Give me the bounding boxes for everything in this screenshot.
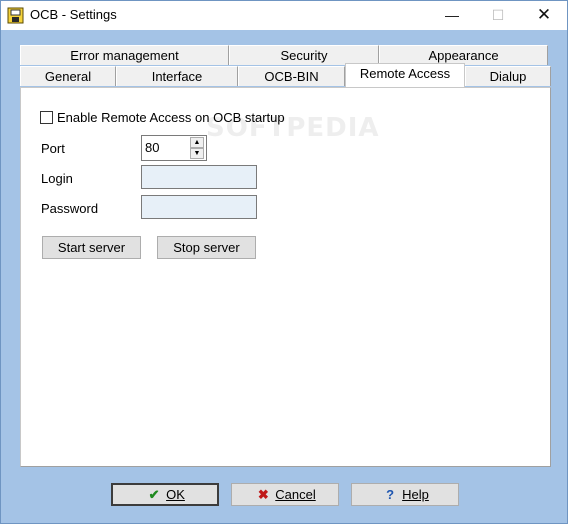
enable-remote-access-label[interactable]: Enable Remote Access on OCB startup <box>57 110 285 125</box>
enable-remote-access-checkbox[interactable] <box>40 111 53 124</box>
app-icon <box>7 7 24 24</box>
remote-access-panel <box>20 87 551 467</box>
tab-general[interactable]: General <box>20 66 116 86</box>
port-stepper[interactable]: 80 ▲ ▼ <box>141 135 207 161</box>
spin-up-icon[interactable]: ▲ <box>190 137 204 148</box>
tab-ocb-bin[interactable]: OCB-BIN <box>238 66 345 86</box>
login-label: Login <box>41 171 73 186</box>
minimize-button[interactable]: — <box>429 1 475 30</box>
port-value[interactable]: 80 <box>145 140 159 155</box>
question-icon: ? <box>386 487 395 502</box>
tab-remote-access[interactable]: Remote Access <box>345 63 465 87</box>
tab-security[interactable]: Security <box>229 45 379 65</box>
spin-down-icon[interactable]: ▼ <box>190 148 204 159</box>
title-bar[interactable]: OCB - Settings — ☐ ✕ <box>1 1 567 30</box>
help-label: Help <box>402 487 429 502</box>
tab-interface[interactable]: Interface <box>116 66 238 86</box>
ok-label: OK <box>166 487 185 502</box>
stop-server-button[interactable]: Stop server <box>157 236 256 259</box>
ok-button[interactable]: ✔ OK <box>111 483 219 506</box>
cancel-button[interactable]: ✖ Cancel <box>231 483 339 506</box>
help-button[interactable]: ? Help <box>351 483 459 506</box>
check-icon: ✔ <box>148 487 160 502</box>
tab-dialup[interactable]: Dialup <box>465 66 551 86</box>
tab-error-management[interactable]: Error management <box>20 45 229 65</box>
start-server-button[interactable]: Start server <box>42 236 141 259</box>
settings-window: OCB - Settings — ☐ ✕ Error management Se… <box>0 0 568 524</box>
window-title: OCB - Settings <box>30 7 117 22</box>
close-button[interactable]: ✕ <box>521 1 567 30</box>
login-input[interactable] <box>141 165 257 189</box>
cross-icon: ✖ <box>257 487 269 502</box>
tab-appearance[interactable]: Appearance <box>379 45 548 65</box>
password-input[interactable] <box>141 195 257 219</box>
port-label: Port <box>41 141 65 156</box>
maximize-button[interactable]: ☐ <box>475 1 521 30</box>
password-label: Password <box>41 201 99 216</box>
cancel-label: Cancel <box>275 487 316 502</box>
